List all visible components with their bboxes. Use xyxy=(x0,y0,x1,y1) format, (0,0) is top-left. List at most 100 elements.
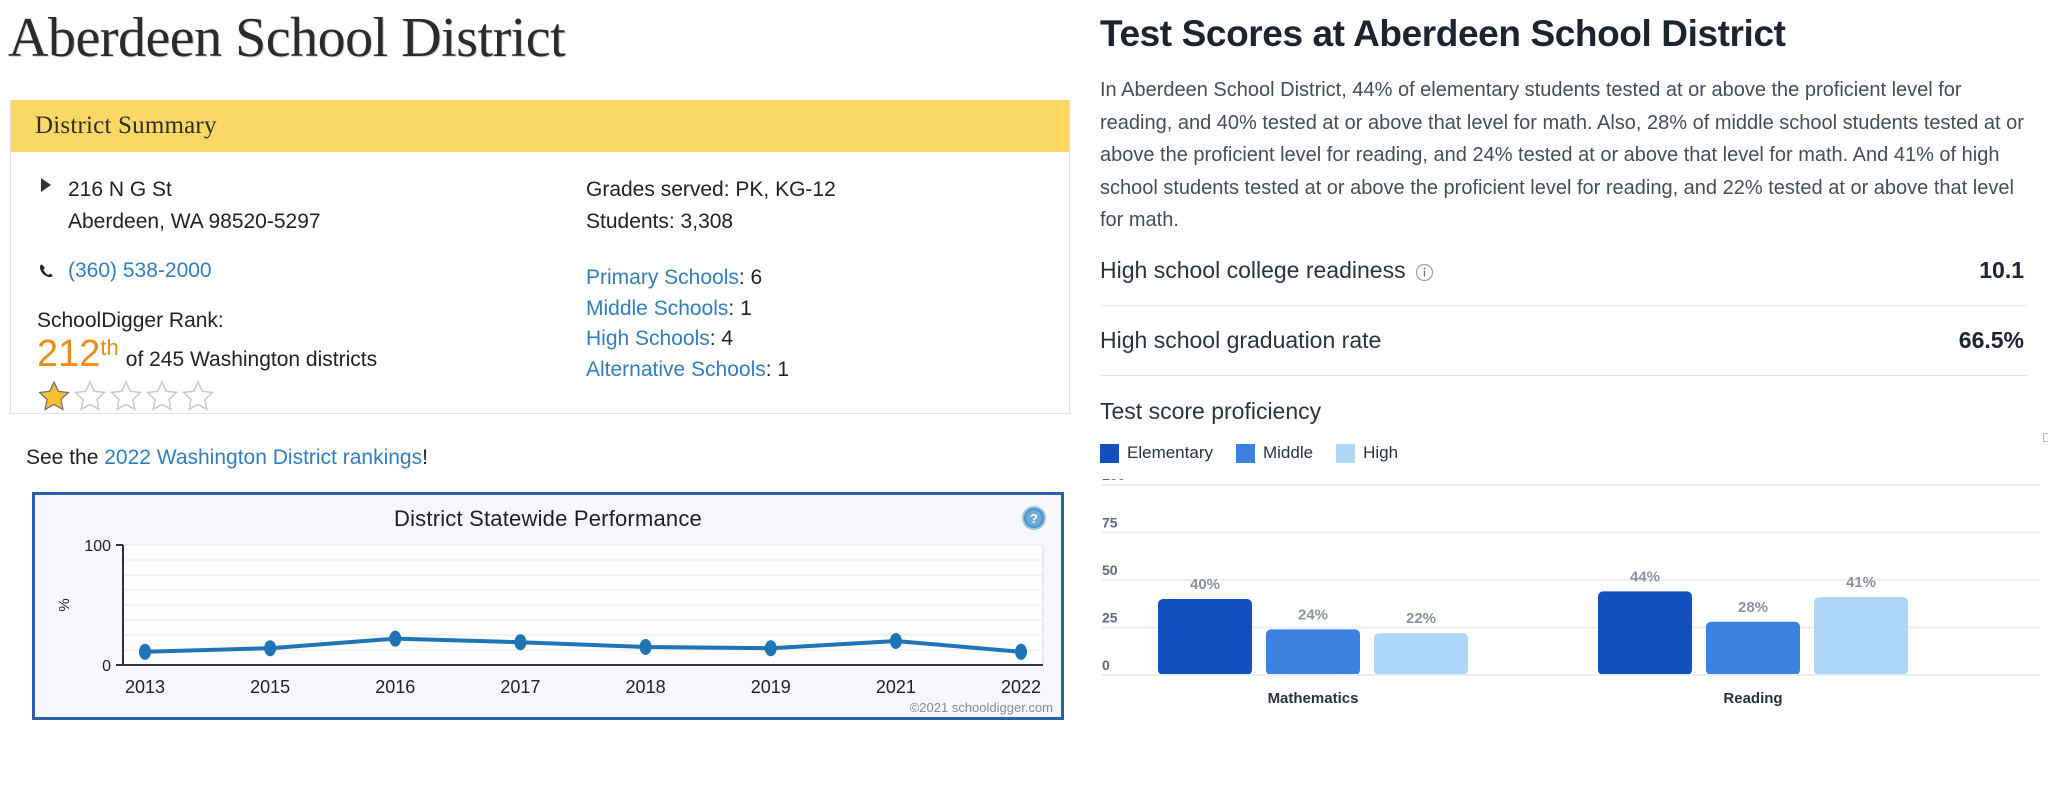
bar-middle-reading[interactable] xyxy=(1706,622,1800,676)
line-data-point[interactable] xyxy=(1015,644,1027,661)
bar-value-label: 28% xyxy=(1738,599,1768,616)
x-tick-label: 2015 xyxy=(250,677,290,697)
star-rating xyxy=(37,379,586,413)
bar-value-label: 40% xyxy=(1190,576,1220,593)
school-count-row: Middle Schools: 1 xyxy=(586,294,1056,324)
school-count-row: High Schools: 4 xyxy=(586,324,1056,354)
district-summary-header: District Summary xyxy=(11,100,1069,153)
x-tick-label: 2017 xyxy=(500,677,540,697)
y-tick-label: 75 xyxy=(1102,515,1118,531)
svg-text:?: ? xyxy=(1030,511,1038,526)
school-type-count-3: : 1 xyxy=(765,357,790,381)
school-count-row: Alternative Schools: 1 xyxy=(586,355,1056,385)
school-type-link-0[interactable]: Primary Schools xyxy=(586,266,739,289)
district-summary-card: District Summary 216 N G St Aberdeen, WA… xyxy=(10,100,1070,415)
bar-value-label: 44% xyxy=(1630,569,1660,586)
y-tick-label: 50 xyxy=(1102,562,1118,578)
line-data-point[interactable] xyxy=(514,634,527,651)
bar-high-reading[interactable] xyxy=(1814,597,1908,676)
school-type-link-2[interactable]: High Schools xyxy=(586,327,710,350)
rank-of-total: of 245 Washington districts xyxy=(125,348,378,372)
x-category-label: Mathematics xyxy=(1268,690,1359,707)
x-tick-label: 2019 xyxy=(751,677,791,697)
bar-high-mathematics[interactable] xyxy=(1374,633,1468,676)
phone-link[interactable]: (360) 538-2000 xyxy=(68,259,212,283)
see-the-text: See the xyxy=(26,446,105,470)
phone-icon xyxy=(37,263,55,280)
page-title: Aberdeen School District xyxy=(8,7,566,69)
test-score-proficiency-title: Test score proficiency xyxy=(1100,398,1322,425)
school-type-count-2: : 4 xyxy=(709,327,734,351)
address-line-2: Aberdeen, WA 98520-5297 xyxy=(68,209,321,233)
metric-label-graduation-rate: High school graduation rate xyxy=(1100,327,1382,354)
star-empty-icon xyxy=(109,380,143,412)
line-data-point[interactable] xyxy=(264,640,277,657)
rank-number: 212 xyxy=(37,333,101,376)
x-tick-label: 2022 xyxy=(1001,677,1041,697)
school-type-link-3[interactable]: Alternative Schools xyxy=(586,358,766,381)
line-data-point[interactable] xyxy=(139,644,151,661)
legend-swatch-icon xyxy=(1336,443,1356,463)
x-tick-label: 2021 xyxy=(876,677,916,697)
bar-value-label: 22% xyxy=(1406,611,1436,628)
legend-item-elementary[interactable]: Elementary xyxy=(1100,443,1213,463)
summary-left-column: 216 N G St Aberdeen, WA 98520-5297 (360)… xyxy=(11,174,586,413)
map-pin-icon xyxy=(37,175,55,197)
student-count: Students: 3,308 xyxy=(586,209,734,233)
school-type-link-1[interactable]: Middle Schools xyxy=(586,297,728,320)
star-empty-icon xyxy=(181,380,215,412)
district-summary-body: 216 N G St Aberdeen, WA 98520-5297 (360)… xyxy=(11,152,1069,413)
legend-swatch-icon xyxy=(1100,443,1119,463)
x-category-label: Reading xyxy=(1723,690,1782,707)
line-data-point[interactable] xyxy=(389,630,402,647)
y-tick-label: 25 xyxy=(1102,610,1118,626)
legend-swatch-icon xyxy=(1235,443,1255,463)
metric-value-graduation-rate: 66.5% xyxy=(1958,327,2024,354)
rank-label: SchoolDigger Rank: xyxy=(37,309,224,333)
info-icon[interactable] xyxy=(1415,261,1434,282)
y-tick-label: 0 xyxy=(1102,657,1110,673)
statewide-performance-line-chart: 0 100% 2013 2015 2016 2017 2018 2019 2021 2022 xyxy=(56,538,1044,697)
line-data-point[interactable] xyxy=(764,640,777,657)
metric-label-college-readiness: High school college readiness xyxy=(1100,257,1406,284)
line-data-point[interactable] xyxy=(639,639,652,656)
washington-rankings-link[interactable]: 2022 Washington District rankings xyxy=(104,446,422,469)
line-data-point[interactable] xyxy=(889,633,902,650)
bar-elementary-reading[interactable] xyxy=(1598,591,1692,676)
bar-middle-mathematics[interactable] xyxy=(1266,629,1360,676)
test-scores-summary-paragraph: In Aberdeen School District, 44% of elem… xyxy=(1100,79,2024,231)
x-tick-label: 2013 xyxy=(125,677,165,697)
address-line-1: 216 N G St xyxy=(68,178,172,202)
school-count-row: Primary Schools: 6 xyxy=(586,263,1056,293)
star-filled-icon xyxy=(38,380,70,412)
statewide-performance-chart-card: District Statewide Performance ? 0 100% 20… xyxy=(32,492,1064,721)
bar-value-label: 24% xyxy=(1298,607,1328,624)
chart-credit: ©2021 schooldigger.com xyxy=(909,700,1053,716)
legend-label: Elementary xyxy=(1127,443,1213,463)
clipped-edge-text: D xyxy=(2042,430,2048,445)
metric-value-college-readiness: 10.1 xyxy=(1979,257,2024,284)
bar-value-label: 41% xyxy=(1846,574,1876,591)
page-root: Aberdeen School District District Summar… xyxy=(0,0,2048,796)
bar-chart-legend: Elementary Middle High xyxy=(1100,443,2048,463)
star-empty-icon xyxy=(145,380,179,412)
bar-elementary-mathematics[interactable] xyxy=(1158,599,1252,676)
see-rankings-line: See the 2022 Washington District ranking… xyxy=(26,446,1090,470)
y-tick-label: 0 xyxy=(102,658,111,675)
school-counts-list: Primary Schools: 6 Middle Schools: 1 High … xyxy=(586,263,1056,385)
help-icon[interactable]: ? xyxy=(1021,505,1047,531)
left-panel: Aberdeen School District District Summar… xyxy=(0,0,1090,796)
phone-block: (360) 538-2000 xyxy=(37,259,586,283)
legend-item-middle[interactable]: Middle xyxy=(1235,443,1313,463)
statewide-performance-chart-title: District Statewide Performance xyxy=(394,506,702,532)
metric-row-college-readiness: High school college readiness 10.1 xyxy=(1100,236,2028,307)
test-score-proficiency-bar-chart: 0 25 50 75 100 40% 24% 22% Mathematics 44% 28% 41% R… xyxy=(1102,467,2040,707)
school-type-count-1: : 1 xyxy=(728,296,752,320)
legend-label: High xyxy=(1363,443,1399,463)
legend-item-high[interactable]: High xyxy=(1336,443,1398,463)
exclamation: ! xyxy=(422,446,428,470)
y-tick-label: 100 xyxy=(1102,479,1126,483)
summary-right-column: Grades served: PK, KG-12 Students: 3,308… xyxy=(586,174,1056,413)
y-tick-label: 100 xyxy=(84,538,111,555)
x-tick-label: 2016 xyxy=(375,677,415,697)
